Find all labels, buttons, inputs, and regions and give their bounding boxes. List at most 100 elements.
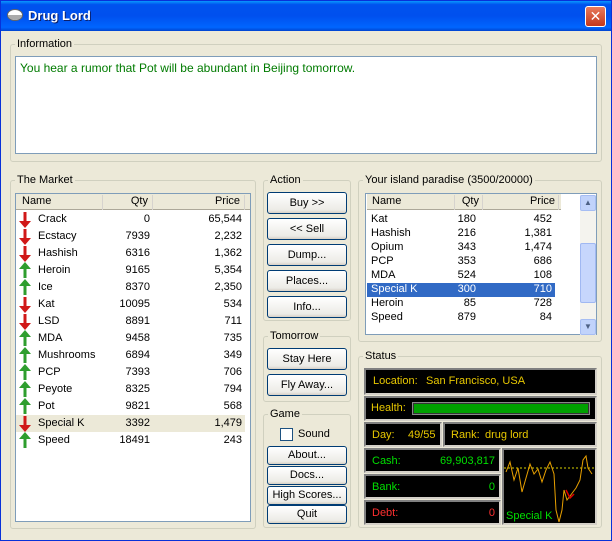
market-row[interactable]: PCP 7393 706 bbox=[16, 364, 245, 381]
island-row[interactable]: MDA 524 108 bbox=[367, 269, 555, 283]
island-row-name: Opium bbox=[371, 241, 404, 253]
island-row-price: 452 bbox=[533, 213, 552, 225]
market-row[interactable]: Special K 3392 1,479 bbox=[16, 415, 245, 432]
scroll-up-icon[interactable]: ▲ bbox=[580, 195, 596, 211]
sell-button[interactable]: << Sell bbox=[267, 218, 347, 240]
market-header: Name Qty Price bbox=[16, 194, 250, 210]
island-row-name: PCP bbox=[371, 255, 394, 267]
market-row[interactable]: Hashish 6316 1,362 bbox=[16, 245, 245, 262]
island-header-qty[interactable]: Qty bbox=[455, 195, 483, 210]
island-row[interactable]: Special K 300 710 bbox=[367, 283, 555, 297]
island-scrollbar[interactable]: ▲ ▼ bbox=[580, 195, 596, 335]
sound-label[interactable]: Sound bbox=[298, 428, 330, 440]
island-row-price: 686 bbox=[533, 255, 552, 267]
market-row-name: PCP bbox=[38, 366, 61, 378]
window-title: Drug Lord bbox=[28, 8, 91, 23]
graph-marker bbox=[565, 489, 575, 500]
market-header-price[interactable]: Price bbox=[153, 195, 245, 210]
places-button[interactable]: Places... bbox=[267, 270, 347, 292]
arrow-up-icon bbox=[19, 432, 31, 448]
market-row[interactable]: Ice 8370 2,350 bbox=[16, 279, 245, 296]
island-row-name: Hashish bbox=[371, 227, 411, 239]
market-row[interactable]: MDA 9458 735 bbox=[16, 330, 245, 347]
health-box: Health: bbox=[364, 396, 597, 421]
info-button[interactable]: Info... bbox=[267, 296, 347, 318]
debt-value: 0 bbox=[488, 507, 495, 519]
island-row[interactable]: Opium 343 1,474 bbox=[367, 241, 555, 255]
sound-checkbox[interactable] bbox=[280, 428, 293, 441]
stay-here-button[interactable]: Stay Here bbox=[267, 348, 347, 370]
island-row-name: Kat bbox=[371, 213, 388, 225]
island-row-qty: 216 bbox=[457, 227, 476, 239]
arrow-up-icon bbox=[19, 279, 31, 295]
island-list[interactable]: Name Qty Price ▲ ▼ Kat 180 452 Hashish 216 1,… bbox=[365, 193, 597, 335]
dump-button[interactable]: Dump... bbox=[267, 244, 347, 266]
docs-button[interactable]: Docs... bbox=[267, 466, 347, 485]
island-row-name: MDA bbox=[371, 269, 396, 281]
rank-label: Rank: bbox=[451, 429, 480, 441]
market-row-qty: 8891 bbox=[125, 315, 150, 327]
tomorrow-legend: Tomorrow bbox=[270, 330, 319, 342]
island-row-qty: 300 bbox=[457, 283, 476, 295]
market-header-qty[interactable]: Qty bbox=[103, 195, 153, 210]
title-bar[interactable]: Drug Lord ✕ bbox=[1, 1, 611, 31]
about-button[interactable]: About... bbox=[267, 446, 347, 465]
information-panel: You hear a rumor that Pot will be abunda… bbox=[15, 56, 597, 154]
action-legend: Action bbox=[270, 174, 301, 186]
bank-box: Bank: 0 bbox=[364, 474, 501, 499]
market-row-qty: 8325 bbox=[125, 383, 150, 395]
market-row[interactable]: Speed 18491 243 bbox=[16, 432, 245, 449]
market-row-qty: 18491 bbox=[119, 434, 150, 446]
market-row[interactable]: Mushrooms 6894 349 bbox=[16, 347, 245, 364]
cash-value: 69,903,817 bbox=[439, 455, 495, 467]
close-button[interactable]: ✕ bbox=[585, 6, 606, 27]
island-row-price: 108 bbox=[533, 269, 552, 281]
island-row[interactable]: Heroin 85 728 bbox=[367, 297, 555, 311]
island-header-price[interactable]: Price bbox=[483, 195, 559, 210]
market-row-qty: 3392 bbox=[125, 417, 150, 429]
bank-label: Bank: bbox=[372, 481, 401, 493]
scroll-thumb[interactable] bbox=[580, 243, 596, 303]
market-row[interactable]: Peyote 8325 794 bbox=[16, 381, 245, 398]
island-header-name[interactable]: Name bbox=[367, 195, 455, 210]
rank-value: drug lord bbox=[485, 429, 529, 441]
market-row-price: 5,354 bbox=[214, 264, 242, 276]
island-row[interactable]: Hashish 216 1,381 bbox=[367, 227, 555, 241]
market-row[interactable]: Pot 9821 568 bbox=[16, 398, 245, 415]
market-row-qty: 7939 bbox=[125, 230, 150, 242]
rank-box: Rank: drug lord bbox=[443, 422, 597, 447]
island-row-price: 710 bbox=[533, 283, 552, 295]
market-row-qty: 9821 bbox=[125, 400, 150, 412]
island-row-qty: 524 bbox=[457, 269, 476, 281]
market-row-qty: 10095 bbox=[119, 298, 150, 310]
island-row-qty: 343 bbox=[457, 241, 476, 253]
quit-button[interactable]: Quit bbox=[267, 505, 347, 524]
scroll-down-icon[interactable]: ▼ bbox=[580, 319, 596, 335]
market-row-name: Hashish bbox=[38, 247, 78, 259]
market-row[interactable]: LSD 8891 711 bbox=[16, 313, 245, 330]
market-list[interactable]: Name Qty Price Crack 0 65,544 Ecstacy 7939 2,… bbox=[15, 193, 251, 522]
day-value: 49/55 bbox=[408, 429, 436, 441]
market-row[interactable]: Kat 10095 534 bbox=[16, 296, 245, 313]
market-row[interactable]: Heroin 9165 5,354 bbox=[16, 262, 245, 279]
cash-label: Cash: bbox=[372, 455, 401, 467]
buy-button[interactable]: Buy >> bbox=[267, 192, 347, 214]
arrow-up-icon bbox=[19, 347, 31, 363]
high-scores-button[interactable]: High Scores... bbox=[267, 486, 347, 505]
market-row-qty: 8370 bbox=[125, 281, 150, 293]
island-row-name: Special K bbox=[371, 283, 418, 295]
information-legend: Information bbox=[17, 38, 73, 50]
market-row-price: 706 bbox=[223, 366, 242, 378]
fly-away-button[interactable]: Fly Away... bbox=[267, 374, 347, 396]
market-row[interactable]: Ecstacy 7939 2,232 bbox=[16, 228, 245, 245]
market-row-name: Ecstacy bbox=[38, 230, 77, 242]
island-row[interactable]: PCP 353 686 bbox=[367, 255, 555, 269]
arrow-up-icon bbox=[19, 381, 31, 397]
market-row-name: Pot bbox=[38, 400, 55, 412]
island-row[interactable]: Speed 879 84 bbox=[367, 311, 555, 325]
market-row-name: Kat bbox=[38, 298, 55, 310]
market-row[interactable]: Crack 0 65,544 bbox=[16, 211, 245, 228]
island-row[interactable]: Kat 180 452 bbox=[367, 213, 555, 227]
market-row-price: 349 bbox=[223, 349, 242, 361]
market-header-name[interactable]: Name bbox=[16, 195, 103, 210]
